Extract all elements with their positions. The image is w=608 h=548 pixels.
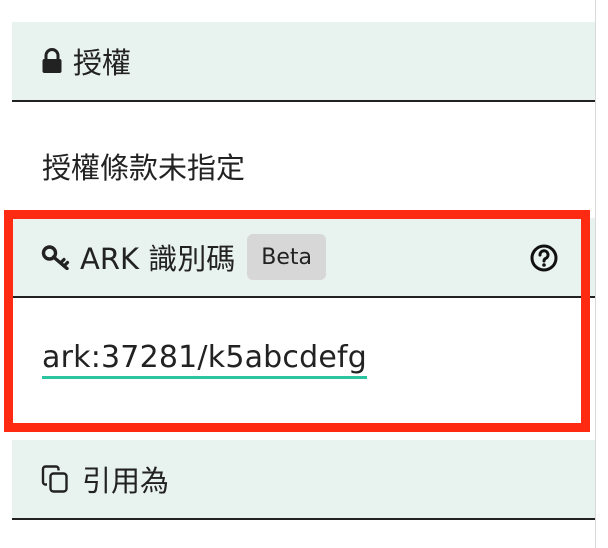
- question-circle-icon[interactable]: [529, 243, 559, 273]
- cite-header-title: 引用為: [82, 464, 170, 498]
- lock-icon: [42, 48, 62, 73]
- beta-badge: Beta: [247, 234, 326, 280]
- panel-divider: [595, 0, 596, 548]
- key-icon: [41, 245, 70, 270]
- cite-section-header[interactable]: 引用為: [12, 440, 595, 520]
- ark-identifier-link[interactable]: ark:37281/k5abcdefg: [42, 340, 368, 379]
- license-header-title: 授權: [73, 46, 132, 80]
- copy-icon: [41, 465, 68, 493]
- ark-header-title: ARK 識別碼: [80, 242, 236, 276]
- license-value: 授權條款未指定: [42, 151, 246, 185]
- ark-section-header: ARK 識別碼 Beta: [12, 218, 595, 298]
- sidebar-panel: 授權 授權條款未指定 ARK 識別碼 Beta ark:37281/k5abcd…: [0, 0, 608, 548]
- license-section-header: 授權: [12, 22, 595, 102]
